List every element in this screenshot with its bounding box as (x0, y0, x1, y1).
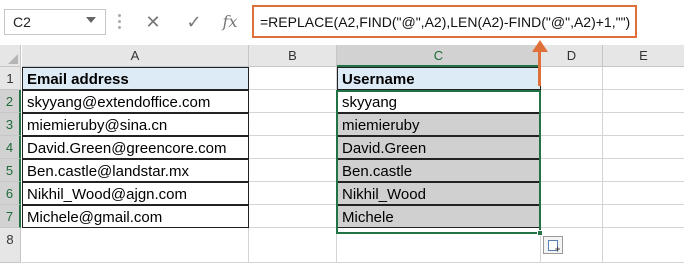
cell-c8[interactable] (337, 228, 541, 263)
cell-b3[interactable] (249, 113, 337, 136)
cell-e1[interactable] (603, 67, 684, 90)
column-header-c[interactable]: C (337, 45, 541, 67)
select-all-triangle-icon (8, 54, 18, 64)
row-header-3[interactable]: 3 (0, 113, 21, 136)
cell-a6[interactable]: Nikhil_Wood@ajgn.com (22, 182, 249, 205)
cell-d5[interactable] (541, 159, 603, 182)
cell-b2[interactable] (249, 90, 337, 113)
annotation-arrow-line (538, 48, 541, 86)
cell-d7[interactable] (541, 205, 603, 228)
formula-input[interactable]: =REPLACE(A2,FIND("@",A2),LEN(A2)-FIND("@… (252, 5, 637, 38)
formula-bar-splitter[interactable] (118, 14, 122, 32)
annotation-arrow-up-icon (532, 40, 548, 52)
cell-a3[interactable]: miemieruby@sina.cn (22, 113, 249, 136)
cell-d1[interactable] (541, 67, 603, 90)
cell-e4[interactable] (603, 136, 684, 159)
cell-d3[interactable] (541, 113, 603, 136)
cell-c4[interactable]: David.Green (337, 136, 541, 159)
column-header-e[interactable]: E (603, 45, 684, 67)
column-header-d[interactable]: D (541, 45, 603, 67)
row-header-4[interactable]: 4 (0, 136, 21, 159)
row-header-8[interactable]: 8 (0, 228, 21, 263)
cell-c1[interactable]: Username (337, 67, 541, 90)
cell-b7[interactable] (249, 205, 337, 228)
cell-a2[interactable]: skyyang@extendoffice.com (22, 90, 249, 113)
quick-analysis-icon[interactable]: + (543, 236, 563, 254)
name-box-dropdown-icon[interactable] (86, 17, 96, 23)
cell-a4[interactable]: David.Green@greencore.com (22, 136, 249, 159)
cell-e8[interactable] (603, 228, 684, 263)
cell-d2[interactable] (541, 90, 603, 113)
cell-e2[interactable] (603, 90, 684, 113)
cell-b6[interactable] (249, 182, 337, 205)
row-header-1[interactable]: 1 (0, 67, 21, 90)
row-header-7[interactable]: 7 (0, 205, 21, 228)
cell-e7[interactable] (603, 205, 684, 228)
column-header-a[interactable]: A (22, 45, 249, 67)
row-header-6[interactable]: 6 (0, 182, 21, 205)
cell-c5[interactable]: Ben.castle (337, 159, 541, 182)
cell-c7[interactable]: Michele (337, 205, 541, 228)
cell-c6[interactable]: Nikhil_Wood (337, 182, 541, 205)
cell-e5[interactable] (603, 159, 684, 182)
cell-d4[interactable] (541, 136, 603, 159)
cell-b8[interactable] (249, 228, 337, 263)
cell-e6[interactable] (603, 182, 684, 205)
column-header-b[interactable]: B (249, 45, 337, 67)
cell-a7[interactable]: Michele@gmail.com (22, 205, 249, 228)
cell-a8[interactable] (22, 228, 249, 263)
cell-c3[interactable]: miemieruby (337, 113, 541, 136)
cell-a5[interactable]: Ben.castle@landstar.mx (22, 159, 249, 182)
insert-function-button[interactable]: fx (217, 9, 243, 35)
row-header-2[interactable]: 2 (0, 90, 21, 113)
cancel-icon[interactable]: ✕ (140, 9, 166, 35)
cell-b4[interactable] (249, 136, 337, 159)
cell-b5[interactable] (249, 159, 337, 182)
row-header-5[interactable]: 5 (0, 159, 21, 182)
enter-icon[interactable]: ✓ (181, 9, 207, 35)
cell-c2[interactable]: skyyang (337, 90, 541, 113)
cell-e3[interactable] (603, 113, 684, 136)
cell-a1[interactable]: Email address (22, 67, 249, 90)
cell-b1[interactable] (249, 67, 337, 90)
cell-d6[interactable] (541, 182, 603, 205)
